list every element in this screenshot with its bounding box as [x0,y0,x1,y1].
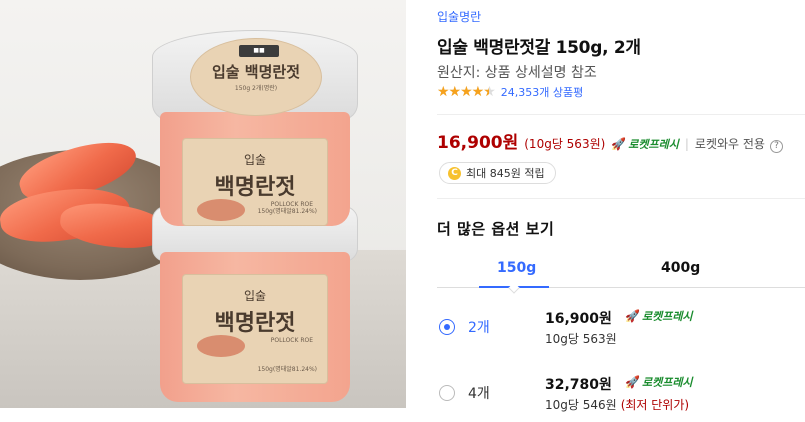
product-info-panel: 입술명란 입술 백명란젓갈 150g, 2개 원산지: 상품 상세설명 참조 ★… [437,0,805,422]
rocket-wow-label: 로켓와우 전용 [694,137,765,151]
points-label: 최대 845원 적립 [466,167,545,180]
jar-label-brand: 입술 [243,289,267,303]
tab-400g[interactable]: 400g [661,260,700,276]
jar-label-net: 150g(명태알81.24%) [257,208,317,215]
jar-label-title: 백명란젓 [214,174,296,200]
separator: | [684,137,689,151]
option-radio[interactable] [439,319,455,335]
tab-150g[interactable]: 150g [497,260,536,276]
option-quantity: 2개 [468,320,490,336]
rating-row[interactable]: ★★★★★ ★★★★★ 24,353개 상품평 [437,84,583,100]
jar-bottom: 입술 백명란젓 POLLOCK ROE 150g(명태알81.24%) [152,206,358,402]
rocket-fresh-badge: 🚀 로켓프레시 [611,136,679,152]
option-radio[interactable] [439,385,455,401]
review-count-link[interactable]: 24,353개 상품평 [501,84,583,100]
help-icon[interactable]: ? [769,140,783,153]
jar-label-net: 150g(명태알81.24%) [257,366,317,373]
fish-illustration [197,199,245,221]
lid-sticker-title: 입술 백명란젓 [211,63,301,81]
option-tabs: 150g 400g [437,248,805,294]
rocket-fresh-label: 로켓프레시 [628,138,679,151]
lid-sticker-net: 150g 2개(명란) [234,85,278,92]
lowest-unit-price-note: (최저 단위가) [620,398,690,412]
options-heading: 더 많은 옵션 보기 [437,220,555,238]
jar-label-roe: POLLOCK ROE [270,337,313,344]
option-price: 16,900원 [545,311,612,327]
rocket-icon: 🚀 [625,309,640,323]
star-rating: ★★★★★ ★★★★★ [437,84,496,100]
jar-label: 입술 백명란젓 POLLOCK ROE 150g(명태알81.24%) [182,274,328,384]
lid-sticker: ■■ 입술 백명란젓 150g 2개(명란) [190,38,322,116]
rocket-icon: 🚀 [611,137,627,151]
tab-caret [508,282,520,294]
brand-link[interactable]: 입술명란 [437,8,481,25]
product-image[interactable]: 입술 백명란젓 POLLOCK ROE 150g(명태알81.24%) 입술 백… [0,0,406,408]
jar-label: 입술 백명란젓 POLLOCK ROE 150g(명태알81.24%) [182,138,328,226]
option-unit-price: 10g당 563원 [545,330,617,347]
option-unit-price: 10g당 546원 (최저 단위가) [545,396,689,413]
unit-price: (10g당 563원) [524,137,606,151]
option-quantity: 4개 [468,386,490,402]
rocket-fresh-badge: 🚀 로켓프레시 [625,374,693,390]
divider [437,114,805,115]
coin-icon: C [448,166,461,180]
points-badge: C 최대 845원 적립 [439,162,556,184]
price-row: 16,900원 (10g당 563원) 🚀 로켓프레시 | 로켓와우 전용 ? [437,128,783,153]
product-origin: 원산지: 상품 상세설명 참조 [437,65,597,81]
lid-brand-logo: ■■ [239,45,279,57]
jar-label-title: 백명란젓 [214,310,296,336]
option-unit-price-text: 10g당 563원 [545,332,617,346]
option-unit-price-text: 10g당 546원 [545,398,617,412]
divider [437,198,805,199]
product-title: 입술 백명란젓갈 150g, 2개 [437,38,641,58]
rocket-icon: 🚀 [625,375,640,389]
option-row[interactable]: 4개 32,780원 🚀 로켓프레시 10g당 546원 (최저 단위가) [437,366,805,422]
option-row[interactable]: 2개 16,900원 🚀 로켓프레시 10g당 563원 [437,300,805,360]
rocket-fresh-label: 로켓프레시 [641,376,693,389]
option-price: 32,780원 [545,377,612,393]
rocket-fresh-badge: 🚀 로켓프레시 [625,308,693,324]
rocket-fresh-label: 로켓프레시 [641,310,693,323]
sale-price: 16,900원 [437,133,519,153]
jar-label-brand: 입술 [243,153,267,167]
star-rating-filled: ★★★★★ [437,84,489,100]
fish-illustration [197,335,245,357]
